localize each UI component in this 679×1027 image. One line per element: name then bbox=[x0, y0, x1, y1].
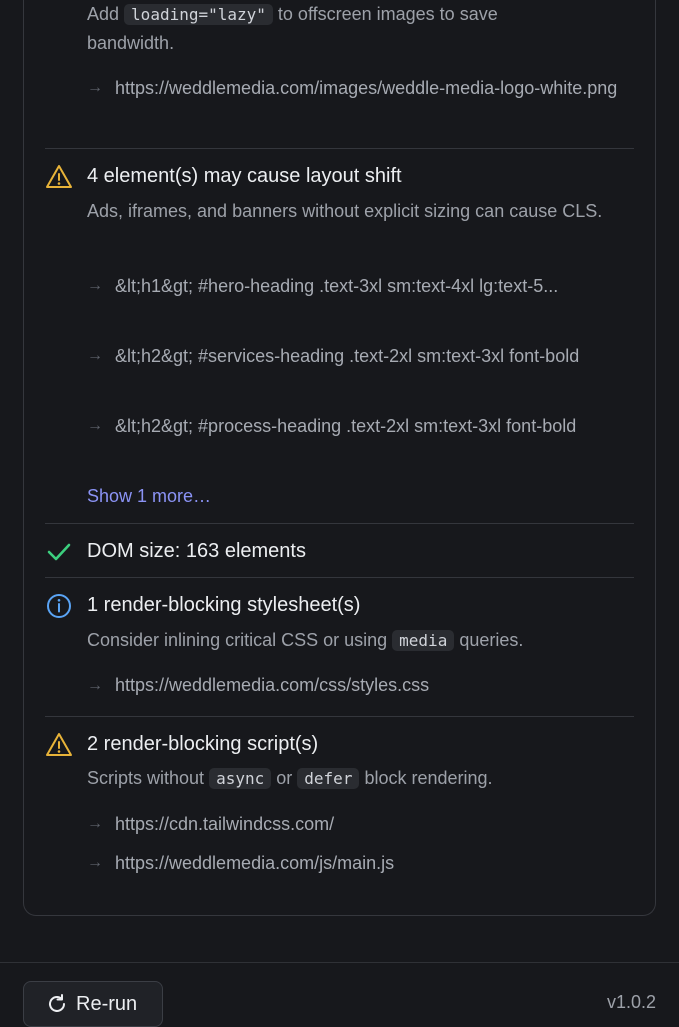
scripts-code-defer: defer bbox=[297, 768, 360, 789]
scripts-desc-pre: Scripts without bbox=[87, 768, 205, 788]
divider bbox=[45, 523, 634, 524]
refresh-icon bbox=[49, 994, 65, 1012]
show-more-link[interactable]: Show 1 more… bbox=[87, 486, 211, 507]
rerun-button[interactable]: Re-run bbox=[23, 981, 163, 1027]
arrow-right-icon: → bbox=[87, 417, 103, 434]
layout-shift-item: &lt;h2&gt; #process-heading .text-2xl sm… bbox=[115, 416, 577, 436]
arrow-right-icon: → bbox=[87, 347, 103, 364]
info-icon bbox=[47, 594, 71, 618]
layout-shift-desc: Ads, iframes, and banners without explic… bbox=[87, 201, 603, 221]
divider bbox=[45, 577, 634, 578]
arrow-right-icon: → bbox=[87, 277, 103, 294]
stylesheet-code: media bbox=[392, 630, 455, 651]
scripts-desc: Scripts without async or defer block ren… bbox=[87, 764, 627, 793]
scripts-item: https://weddlemedia.com/js/main.js bbox=[115, 853, 395, 873]
scripts-desc-post: block rendering. bbox=[364, 768, 493, 788]
stylesheet-desc: Consider inlining critical CSS or using … bbox=[87, 626, 627, 655]
warning-icon bbox=[46, 733, 72, 756]
lazy-item: https://weddlemedia.com/images/weddle-me… bbox=[115, 78, 618, 98]
scripts-desc-mid: or bbox=[276, 768, 293, 788]
divider bbox=[45, 716, 634, 717]
layout-shift-item: &lt;h2&gt; #services-heading .text-2xl s… bbox=[115, 346, 580, 366]
version-label: v1.0.2 bbox=[606, 992, 656, 1012]
arrow-right-icon: → bbox=[87, 815, 103, 832]
stylesheet-title: 1 render-blocking stylesheet(s) bbox=[87, 594, 361, 616]
arrow-right-icon: → bbox=[87, 854, 103, 871]
rerun-label: Re-run bbox=[76, 992, 138, 1015]
check-icon bbox=[47, 543, 71, 561]
layout-shift-title: 4 element(s) may cause layout shift bbox=[87, 165, 402, 187]
stylesheet-item: https://weddlemedia.com/css/styles.css bbox=[115, 675, 430, 695]
lazy-desc: Add loading="lazy" to offscreen images t… bbox=[87, 0, 627, 58]
stylesheet-desc-post: queries. bbox=[459, 630, 524, 650]
scripts-code-async: async bbox=[209, 768, 272, 789]
stylesheet-desc-pre: Consider inlining critical CSS or using bbox=[87, 630, 388, 650]
lazy-desc-pre: Add bbox=[87, 4, 120, 24]
arrow-right-icon: → bbox=[87, 677, 103, 694]
layout-shift-item: &lt;h1&gt; #hero-heading .text-3xl sm:te… bbox=[115, 276, 559, 296]
arrow-right-icon: → bbox=[87, 79, 103, 96]
warning-icon bbox=[46, 165, 72, 188]
lazy-desc-line2: bandwidth. bbox=[87, 33, 175, 53]
footer-divider bbox=[0, 962, 679, 963]
dom-size-title: DOM size: 163 elements bbox=[87, 540, 306, 562]
scripts-item: https://cdn.tailwindcss.com/ bbox=[115, 814, 335, 834]
lazy-code: loading="lazy" bbox=[124, 4, 273, 25]
divider bbox=[45, 148, 634, 149]
lazy-desc-post: to offscreen images to save bbox=[277, 4, 498, 24]
scripts-title: 2 render-blocking script(s) bbox=[87, 733, 319, 755]
